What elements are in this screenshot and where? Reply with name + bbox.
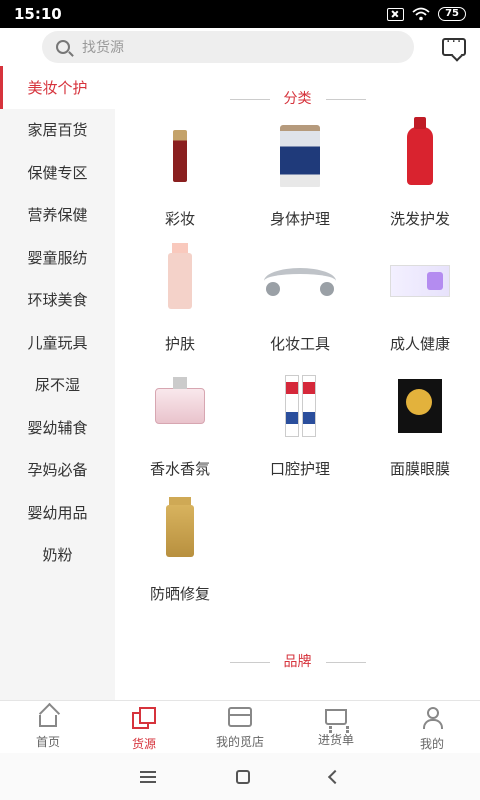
sidebar-item-baby-food[interactable]: 婴幼辅食 <box>0 406 115 449</box>
bottom-nav: 首页 货源 我的觅店 进货单 我的 <box>0 700 480 753</box>
nav-source[interactable]: 货源 <box>96 701 192 753</box>
status-icons: 75 <box>387 7 466 21</box>
sidebar-item-milk-powder[interactable]: 奶粉 <box>0 534 115 577</box>
face-mask-box-image <box>380 366 460 446</box>
nav-my-store[interactable]: 我的觅店 <box>192 701 288 753</box>
status-bar: 15:10 75 <box>0 0 480 28</box>
perfume-bottle-image <box>140 366 220 446</box>
user-icon <box>422 707 443 729</box>
sidebar-item-label: 美妆个护 <box>27 78 88 97</box>
category-item-hair-care[interactable]: 洗发护发 <box>360 116 480 241</box>
category-item-masks[interactable]: 面膜眼膜 <box>360 366 480 491</box>
category-label: 防晒修复 <box>149 585 210 603</box>
search-placeholder: 找货源 <box>82 40 124 56</box>
sidebar-item-label: 婴童服纺 <box>27 248 88 267</box>
category-item-body-care[interactable]: 身体护理 <box>240 116 360 241</box>
sidebar-item-maternity[interactable]: 孕妈必备 <box>0 449 115 492</box>
source-icon <box>132 707 156 729</box>
product-box-image <box>380 241 460 321</box>
recent-apps-icon[interactable] <box>140 770 156 783</box>
category-sidebar: 美妆个护 家居百货 保健专区 营养保健 婴童服纺 环球美食 儿童玩具 尿不湿 婴… <box>0 66 115 700</box>
category-label: 身体护理 <box>269 210 330 228</box>
home-button-icon[interactable] <box>236 769 250 784</box>
toothpaste-image <box>260 366 340 446</box>
header: 找货源 <box>0 28 480 66</box>
search-input[interactable]: 找货源 <box>42 31 414 63</box>
face-roller-image <box>260 241 340 321</box>
body-lotion-tube-image <box>260 116 340 196</box>
section-title-text: 品牌 <box>283 654 312 670</box>
home-icon <box>39 715 57 727</box>
section-title-text: 分类 <box>283 91 312 107</box>
nav-profile[interactable]: 我的 <box>384 701 480 753</box>
sidebar-item-label: 保健专区 <box>27 163 88 182</box>
sidebar-item-label: 营养保健 <box>27 206 88 225</box>
sidebar-item-label: 家居百货 <box>27 121 88 140</box>
category-label: 口腔护理 <box>269 460 330 478</box>
category-label: 洗发护发 <box>389 210 450 228</box>
nav-label: 首页 <box>35 735 60 749</box>
sunscreen-bottle-image <box>140 491 220 571</box>
category-grid: 彩妆 身体护理 洗发护发 护肤 化妆工具 成人健康 香水香氛 口腔护理 面膜眼膜… <box>120 116 480 616</box>
category-label: 面膜眼膜 <box>389 460 450 478</box>
sidebar-item-label: 尿不湿 <box>34 376 80 395</box>
category-label: 化妆工具 <box>269 335 330 353</box>
divider <box>325 661 366 663</box>
divider <box>229 661 270 663</box>
section-title-category: 分类 <box>115 88 480 108</box>
shampoo-bottle-image <box>380 116 460 196</box>
nav-label: 我的觅店 <box>215 735 264 749</box>
sidebar-item-label: 婴幼用品 <box>27 503 88 522</box>
sidebar-item-label: 环球美食 <box>27 291 88 310</box>
sidebar-item-diapers[interactable]: 尿不湿 <box>0 364 115 407</box>
sidebar-item-label: 孕妈必备 <box>27 461 88 480</box>
sidebar-item-baby-supplies[interactable]: 婴幼用品 <box>0 491 115 534</box>
nav-label: 我的 <box>419 737 444 751</box>
category-label: 香水香氛 <box>149 460 210 478</box>
nav-label: 进货单 <box>317 733 354 747</box>
category-item-makeup-tools[interactable]: 化妆工具 <box>240 241 360 366</box>
sidebar-item-label: 儿童玩具 <box>27 333 88 352</box>
sidebar-item-label: 婴幼辅食 <box>27 418 88 437</box>
category-label: 成人健康 <box>389 335 450 353</box>
divider <box>229 98 270 100</box>
sidebar-item-beauty[interactable]: 美妆个护 <box>0 66 115 109</box>
category-item-skin-care[interactable]: 护肤 <box>120 241 240 366</box>
store-icon <box>228 707 252 727</box>
category-label: 彩妆 <box>164 210 195 228</box>
nav-label: 货源 <box>131 737 156 751</box>
category-item-makeup[interactable]: 彩妆 <box>120 116 240 241</box>
category-content: 分类 彩妆 身体护理 洗发护发 护肤 化妆工具 成人健康 香水香氛 口腔护理 面… <box>115 66 480 700</box>
sidebar-item-nutrition[interactable]: 营养保健 <box>0 194 115 237</box>
search-icon <box>56 40 70 54</box>
system-nav-bar <box>0 753 480 800</box>
sidebar-item-label: 奶粉 <box>42 546 73 565</box>
category-item-oral-care[interactable]: 口腔护理 <box>240 366 360 491</box>
nav-home[interactable]: 首页 <box>0 701 96 753</box>
sidebar-item-baby-clothing[interactable]: 婴童服纺 <box>0 236 115 279</box>
nav-purchase-list[interactable]: 进货单 <box>288 701 384 753</box>
battery-indicator: 75 <box>438 7 466 21</box>
section-title-brand: 品牌 <box>115 651 480 671</box>
toner-bottle-image <box>140 241 220 321</box>
wifi-icon <box>412 7 430 21</box>
sidebar-item-health-zone[interactable]: 保健专区 <box>0 151 115 194</box>
back-icon[interactable] <box>327 769 343 784</box>
status-time: 15:10 <box>14 5 62 23</box>
sidebar-item-global-food[interactable]: 环球美食 <box>0 279 115 322</box>
sim-disabled-icon <box>387 7 405 21</box>
lip-gloss-image <box>140 116 220 196</box>
category-item-sun-care[interactable]: 防晒修复 <box>120 491 240 616</box>
category-label: 护肤 <box>164 335 195 353</box>
sidebar-item-toys[interactable]: 儿童玩具 <box>0 321 115 364</box>
divider <box>325 98 366 100</box>
category-item-adult-health[interactable]: 成人健康 <box>360 241 480 366</box>
cart-icon <box>325 709 349 730</box>
sidebar-item-home-goods[interactable]: 家居百货 <box>0 109 115 152</box>
message-icon[interactable] <box>442 34 466 56</box>
category-item-fragrance[interactable]: 香水香氛 <box>120 366 240 491</box>
